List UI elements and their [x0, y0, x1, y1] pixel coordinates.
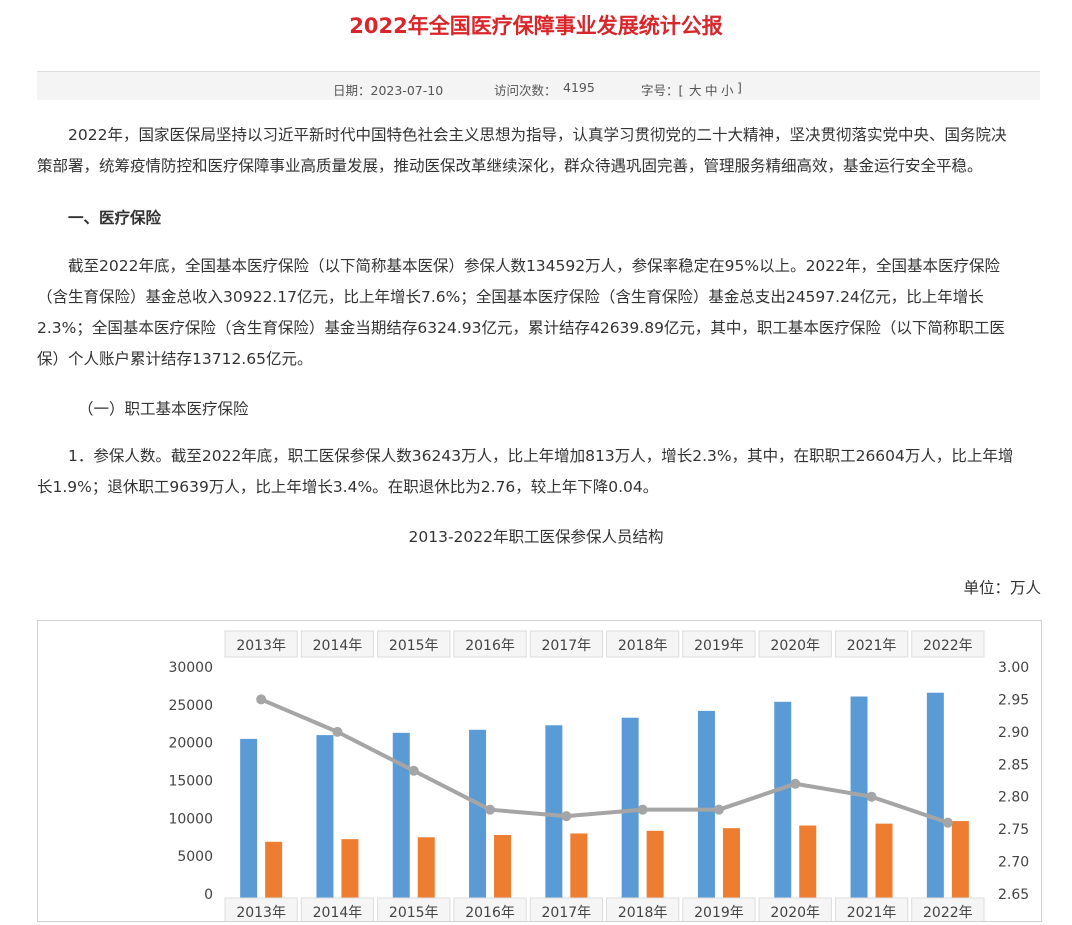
item1-paragraph: 1．参保人数。截至2022年底，职工医保参保人数36243万人，比上年增加813… [37, 441, 1043, 503]
bar-series-1 [621, 717, 639, 924]
bar-series-1 [469, 729, 487, 924]
font-size-label: 字号：[ [641, 83, 684, 98]
visit-count-value: 4195 [563, 80, 595, 95]
chart-caption: 2013-2022年职工医保参保人员结构 [408, 528, 664, 546]
line-point [637, 804, 648, 815]
left-axis-tick-label: 20000 [168, 736, 213, 752]
section1-paragraph: 截至2022年底，全国基本医疗保险（以下简称基本医保）参保人数134592万人，… [37, 251, 1043, 375]
font-size-medium-button[interactable]: 中 [705, 80, 718, 99]
category-header-label: 2014年 [313, 638, 363, 654]
category-footer-label: 2022年 [923, 905, 973, 921]
visit-count-label: 访问次数： [494, 83, 557, 98]
intro-line: 2022年，国家医保局坚持以习近平新时代中国特色社会主义思想为指导，认真学习贯彻… [68, 126, 1007, 144]
font-size-large-button[interactable]: 大 [689, 80, 702, 99]
category-footer-label: 2013年 [236, 905, 286, 921]
right-axis-tick-label: 2.65 [998, 887, 1029, 903]
line-series [260, 697, 949, 825]
category-footer-label: 2021年 [847, 905, 897, 921]
right-axis-tick-label: 2.80 [998, 790, 1029, 806]
category-footer-label: 2014年 [313, 905, 363, 921]
right-axis-tick-label: 2.95 [998, 692, 1029, 708]
right-axis-tick-label: 3.00 [998, 660, 1029, 676]
bar-series-1 [697, 710, 715, 924]
bar-series-1 [240, 738, 258, 924]
category-header-label: 2022年 [923, 638, 973, 654]
publish-date: 日期：2023-07-10 [333, 83, 444, 98]
category-footer-label: 2019年 [694, 905, 744, 921]
article-title: 2022年全国医疗保障事业发展统计公报 [349, 14, 723, 38]
chart-container: 2013年 2014年 2015年 2016年 2017年 2018年 2019年 2020年… [37, 620, 1042, 925]
unit-label: 单位：万人 [963, 579, 1041, 597]
section-heading: 一、医疗保险 [68, 209, 162, 227]
category-header-label: 2016年 [465, 638, 515, 654]
category-header-label: 2017年 [542, 638, 592, 654]
bar-series-1 [850, 696, 868, 924]
bar-series-1 [926, 692, 944, 924]
right-axis-tick-label: 2.85 [998, 757, 1029, 773]
intro-line: 策部署，统筹疫情防控和医疗保障事业高质量发展，推动医保改革继续深化，群众待遇巩固… [37, 157, 983, 175]
left-axis-tick-label: 10000 [168, 811, 213, 827]
category-header-label: 2018年 [618, 638, 668, 654]
left-axis-tick-label: 5000 [177, 849, 213, 865]
font-size-bracket: ] [737, 80, 742, 95]
intro-paragraph: 2022年，国家医保局坚持以习近平新时代中国特色社会主义思想为指导，认真学习贯彻… [37, 120, 1043, 182]
category-header-label: 2021年 [847, 638, 897, 654]
line-point [408, 765, 419, 776]
category-header-label: 2013年 [236, 638, 286, 654]
line-point [485, 804, 496, 815]
font-size-small-button[interactable]: 小 [721, 80, 734, 99]
article-meta-bar: 日期：2023-07-10 访问次数： 4195 字号：[ 大 中 小 ] [37, 71, 1040, 100]
bar-series-1 [316, 735, 334, 924]
bar-series-1 [774, 701, 792, 924]
paragraph-line: （含生育保险）基金总收入30922.17亿元，比上年增长7.6%；全国基本医疗保… [37, 288, 984, 306]
category-header-label: 2020年 [770, 638, 820, 654]
category-footer-label: 2020年 [770, 905, 820, 921]
bar-series-1 [545, 725, 563, 924]
category-footer-label: 2016年 [465, 905, 515, 921]
category-footer-label: 2017年 [542, 905, 592, 921]
combo-chart: 2013年 2014年 2015年 2016年 2017年 2018年 2019年 2020年… [168, 630, 1029, 925]
left-axis-tick-label: 25000 [168, 698, 213, 714]
left-axis-tick-label: 30000 [168, 660, 213, 676]
category-header-label: 2015年 [389, 638, 439, 654]
line-point [866, 791, 877, 802]
line-point [561, 811, 572, 822]
right-axis-tick-label: 2.90 [998, 725, 1029, 741]
category-header-label: 2019年 [694, 638, 744, 654]
left-axis-tick-label: 0 [204, 887, 213, 903]
paragraph-line: 保）个人账户累计结存13712.65亿元。 [37, 350, 313, 368]
line-point [790, 778, 801, 789]
line-point [256, 694, 267, 705]
right-axis-tick-label: 2.70 [998, 855, 1029, 871]
right-axis-tick-label: 2.75 [998, 822, 1029, 838]
line-point [332, 726, 343, 737]
left-axis-tick-label: 15000 [168, 774, 213, 790]
line-point [942, 817, 953, 828]
paragraph-line: 1．参保人数。截至2022年底，职工医保参保人数36243万人，比上年增加813… [68, 447, 1014, 465]
category-footer-label: 2018年 [618, 905, 668, 921]
category-footer-label: 2015年 [389, 905, 439, 921]
paragraph-line: 2.3%；全国基本医疗保险（含生育保险）基金当期结存6324.93亿元，累计结存… [37, 319, 1005, 337]
paragraph-line: 长1.9%；退休职工9639万人，比上年增长3.4%。在职退休比为2.76，较上… [37, 478, 659, 496]
subsection-heading: （一）职工基本医疗保险 [78, 400, 249, 418]
paragraph-line: 截至2022年底，全国基本医疗保险（以下简称基本医保）参保人数134592万人，… [68, 257, 1001, 275]
line-point [713, 804, 724, 815]
